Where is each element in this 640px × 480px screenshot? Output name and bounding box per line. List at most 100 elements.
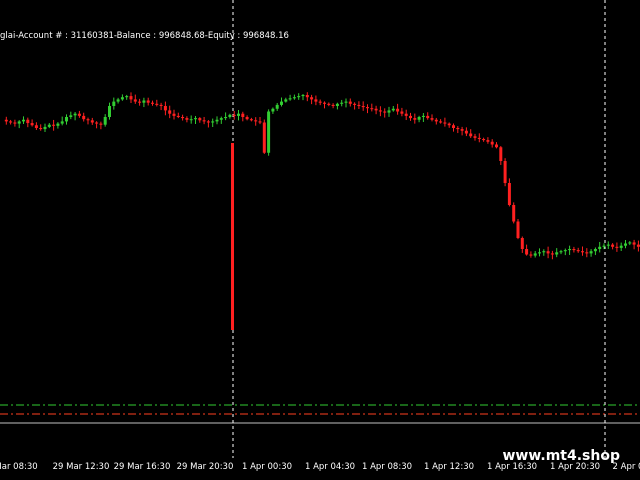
candle-body	[108, 106, 111, 117]
candle-body	[301, 95, 305, 97]
candle-body	[318, 101, 322, 103]
candle-body	[430, 118, 434, 120]
candle-body	[593, 249, 597, 252]
candle-body	[636, 244, 640, 247]
candle-body	[542, 251, 546, 253]
candle-body	[241, 113, 245, 117]
candle-body	[249, 119, 253, 121]
candle-body	[292, 97, 296, 99]
candle-body	[95, 122, 99, 124]
candle-body	[211, 121, 215, 123]
candle-body	[120, 97, 124, 100]
candle-body	[198, 118, 202, 121]
candle-body	[125, 96, 129, 98]
candle-body	[202, 120, 206, 122]
candle-body	[396, 108, 400, 112]
candle-body	[224, 117, 228, 119]
candle-body	[456, 128, 460, 130]
candle-body	[129, 96, 133, 100]
candle-body	[370, 108, 374, 110]
time-axis-label: 1 Apr 12:30	[423, 462, 475, 472]
candle-body	[366, 107, 369, 109]
candle-body	[172, 113, 176, 116]
candle-body	[538, 252, 541, 254]
candle-body	[383, 111, 387, 113]
candle-body	[340, 102, 344, 104]
candle-body	[280, 101, 283, 105]
candle-body	[189, 119, 193, 121]
spike-candle	[231, 143, 234, 330]
candlestick-chart[interactable]	[0, 0, 640, 458]
candle-body	[39, 128, 43, 130]
candle-body	[499, 147, 503, 161]
candle-body	[447, 123, 451, 126]
candle-body	[284, 99, 288, 102]
candle-body	[138, 101, 142, 103]
candle-body	[13, 122, 17, 124]
candle-body	[503, 161, 507, 183]
candle-body	[206, 121, 210, 123]
candle-body	[65, 117, 68, 122]
candle-body	[602, 245, 606, 247]
candle-body	[507, 183, 511, 205]
candle-body	[353, 103, 357, 105]
candle-body	[267, 111, 271, 153]
candle-body	[99, 123, 103, 125]
candle-body	[305, 95, 309, 98]
candle-body	[288, 98, 292, 100]
candle-body	[452, 125, 455, 128]
candle-body	[520, 238, 524, 249]
candle-body	[90, 120, 94, 123]
candle-body	[176, 115, 180, 117]
candle-body	[576, 250, 580, 252]
candle-body	[490, 141, 494, 145]
candle-body	[473, 136, 477, 138]
candle-body	[572, 249, 576, 251]
candle-body	[443, 122, 447, 124]
candle-body	[417, 117, 421, 120]
time-axis-label: 29 Mar 16:30	[113, 462, 171, 472]
chart-area[interactable]	[0, 0, 640, 480]
candle-body	[391, 108, 395, 111]
candle-body	[387, 110, 391, 113]
candle-body	[271, 108, 275, 112]
candle-body	[17, 121, 21, 124]
candle-body	[581, 251, 584, 253]
account-info-label: glai-Account # : 31160381-Balance : 9968…	[0, 31, 289, 41]
candle-body	[533, 253, 537, 256]
time-axis-label: 1 Apr 04:30	[304, 462, 356, 472]
candle-body	[568, 249, 572, 251]
candle-body	[232, 114, 236, 116]
candle-body	[314, 99, 318, 102]
candle-body	[56, 123, 60, 126]
candle-body	[439, 121, 443, 123]
candle-body	[619, 245, 623, 248]
candle-body	[262, 122, 266, 153]
candle-body	[546, 251, 550, 254]
candle-body	[30, 123, 34, 126]
candle-body	[9, 121, 13, 123]
candle-body	[155, 103, 159, 105]
candle-body	[482, 139, 486, 141]
candle-body	[297, 96, 301, 98]
candle-body	[82, 115, 86, 120]
candle-body	[512, 205, 516, 222]
candle-body	[258, 121, 262, 123]
candle-body	[103, 117, 107, 125]
candle-body	[529, 254, 533, 256]
time-axis-label: 1 Apr 00:30	[241, 462, 293, 472]
candle-body	[245, 117, 249, 120]
candle-body	[168, 110, 172, 114]
candle-body	[69, 115, 73, 117]
candle-body	[434, 119, 438, 122]
candle-body	[525, 249, 529, 255]
time-axis-label: 29 Mar 12:30	[52, 462, 110, 472]
candle-body	[615, 246, 619, 248]
candle-body	[378, 110, 382, 112]
candle-body	[112, 101, 116, 106]
candle-body	[335, 103, 339, 106]
candle-body	[400, 111, 404, 114]
candle-body	[146, 100, 150, 103]
candle-body	[77, 113, 81, 116]
candle-body	[163, 106, 167, 111]
